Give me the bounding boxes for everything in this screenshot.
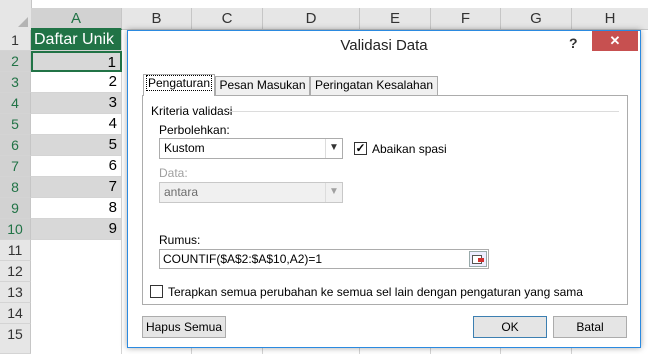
settings-panel: Kriteria validasi Perbolehkan: Kustom ▼ … [142,95,628,305]
row-header[interactable]: 6 [0,135,31,156]
tab-pengaturan[interactable]: Pengaturan [143,74,215,96]
cell-a8[interactable]: 7 [31,177,122,198]
tab-label: Pesan Masukan [219,78,306,92]
data-value: antara [164,185,199,199]
close-icon[interactable]: ✕ [592,31,638,51]
row-header[interactable]: 1 [0,30,31,51]
tab-peringatan-kesalahan[interactable]: Peringatan Kesalahan [310,76,438,95]
row-header[interactable]: 3 [0,72,31,93]
group-divider [227,111,619,112]
row-header[interactable]: 11 [0,240,31,261]
cell-a9[interactable]: 8 [31,198,122,219]
row-header[interactable]: 4 [0,93,31,114]
row-header[interactable]: 12 [0,261,31,282]
ignore-blank-checkbox[interactable]: ✓ [354,142,367,155]
cell-a3[interactable]: 2 [31,72,122,93]
tab-pesan-masukan[interactable]: Pesan Masukan [215,76,310,95]
row-header[interactable]: 13 [0,282,31,303]
formula-value: COUNTIF($A$2:$A$10,A2)=1 [163,252,323,266]
data-validation-dialog: Validasi Data ? ✕ Pengaturan Pesan Masuk… [127,30,641,348]
checkmark-icon: ✓ [355,141,366,155]
row-header[interactable]: 5 [0,114,31,135]
column-header-g[interactable]: G [501,8,572,30]
column-header-d[interactable]: D [263,8,360,30]
column-header-e[interactable]: E [360,8,431,30]
apply-all-checkbox[interactable] [150,285,163,298]
row-header[interactable]: 8 [0,177,31,198]
cell-a2-active[interactable]: 1 [31,51,122,72]
column-header-f[interactable]: F [431,8,501,30]
cell-a4[interactable]: 3 [31,93,122,114]
cell-a7[interactable]: 6 [31,156,122,177]
select-all-corner[interactable] [0,0,32,31]
dialog-titlebar[interactable]: Validasi Data ? ✕ [128,31,640,59]
column-header-b[interactable]: B [122,8,192,30]
allow-label: Perbolehkan: [159,123,230,137]
cell-a6[interactable]: 5 [31,135,122,156]
apply-all-label[interactable]: Terapkan semua perubahan ke semua sel la… [168,285,583,299]
group-label: Kriteria validasi [151,104,233,118]
row-header[interactable]: 14 [0,303,31,324]
cell-a5[interactable]: 4 [31,114,122,135]
cell-a10[interactable]: 9 [31,219,122,240]
row-header[interactable]: 15 [0,324,31,354]
allow-value: Kustom [164,141,205,155]
dialog-title: Validasi Data [340,37,428,54]
range-select-icon[interactable] [469,251,487,267]
row-header[interactable]: 2 [0,51,31,72]
tab-label: Peringatan Kesalahan [314,78,434,92]
clear-all-button[interactable]: Hapus Semua [142,316,226,338]
chevron-down-icon[interactable]: ▼ [325,139,342,158]
formula-input[interactable]: COUNTIF($A$2:$A$10,A2)=1 [159,249,489,269]
cell-a1-header[interactable]: Daftar Unik [31,30,122,51]
column-header-a[interactable]: A [31,8,122,30]
tab-label: Pengaturan [145,75,213,91]
ignore-blank-label[interactable]: Abaikan spasi [372,142,447,156]
cancel-button[interactable]: Batal [553,316,627,338]
formula-label: Rumus: [159,233,201,247]
row-header[interactable]: 7 [0,156,31,177]
column-header-c[interactable]: C [192,8,263,30]
row-header[interactable]: 9 [0,198,31,219]
column-header-h[interactable]: H [572,8,648,30]
row-header[interactable]: 10 [0,219,31,240]
ok-button[interactable]: OK [473,316,547,338]
data-label: Data: [159,166,188,180]
chevron-down-icon[interactable]: ▼ [325,183,342,202]
data-dropdown[interactable]: antara ▼ [159,182,343,203]
help-icon[interactable]: ? [569,35,578,51]
allow-dropdown[interactable]: Kustom ▼ [159,138,343,159]
